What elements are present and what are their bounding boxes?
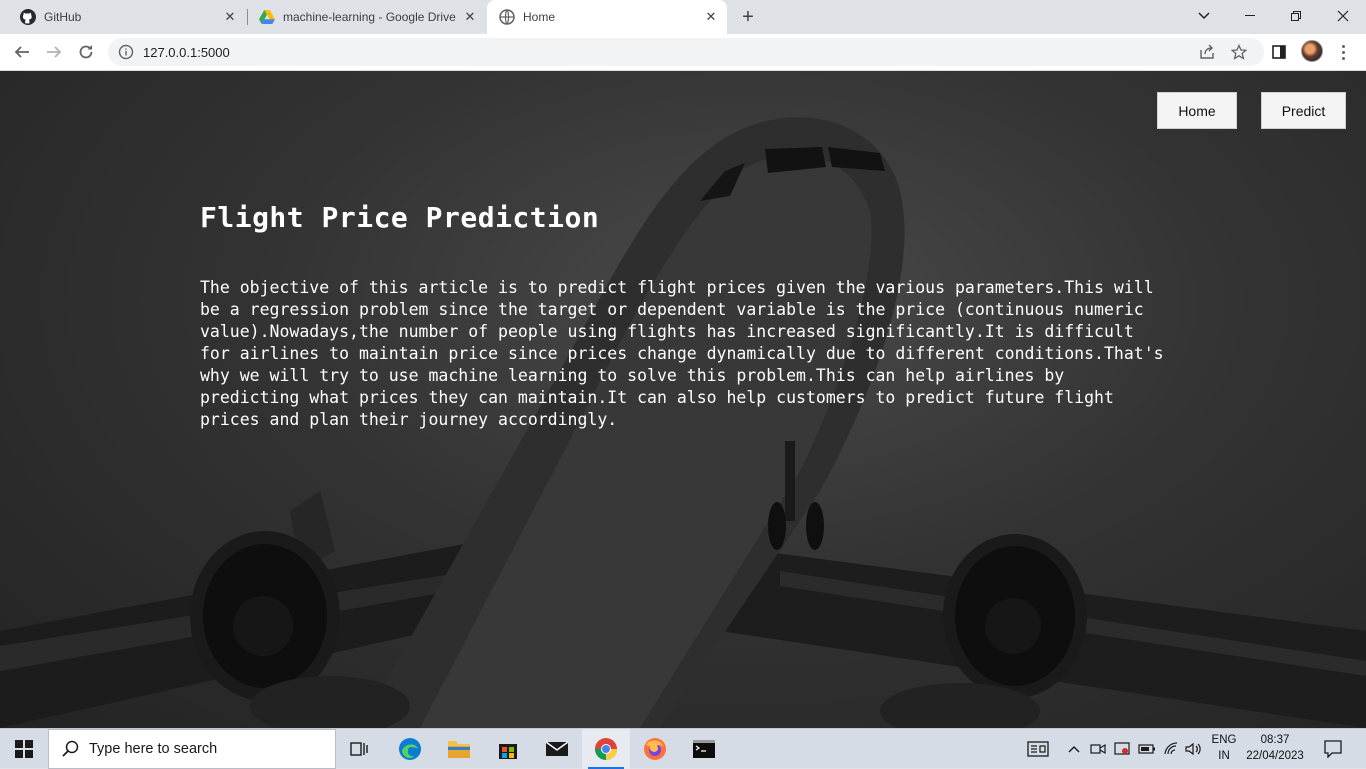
screen-record-icon[interactable] [1112, 729, 1132, 769]
clock-date: 22/04/2023 [1246, 750, 1304, 762]
tab-search-button[interactable] [1181, 0, 1227, 32]
windows-taskbar: Type here to search ENG IN 08:37 22/04/2… [0, 728, 1366, 769]
close-icon[interactable]: ✕ [222, 9, 238, 25]
taskbar-search-box[interactable]: Type here to search [48, 729, 336, 769]
google-drive-icon [259, 9, 275, 25]
page-viewport: Home Predict Flight Price Prediction The… [0, 71, 1366, 728]
terminal-icon[interactable] [680, 729, 728, 769]
side-panel-icon[interactable] [1265, 38, 1293, 66]
restore-button[interactable] [1273, 0, 1319, 32]
notification-icon[interactable] [1318, 729, 1348, 769]
tab-github[interactable]: GitHub ✕ [0, 0, 246, 34]
reload-button[interactable] [72, 38, 100, 66]
forward-button[interactable] [40, 38, 68, 66]
info-icon[interactable] [118, 44, 134, 60]
chrome-icon[interactable] [582, 729, 630, 769]
wifi-icon[interactable] [1160, 729, 1182, 769]
profile-avatar[interactable] [1301, 40, 1323, 62]
url-text: 127.0.0.1:5000 [143, 45, 230, 60]
tab-google-drive[interactable]: machine-learning - Google Drive ✕ [239, 0, 486, 34]
battery-icon[interactable] [1136, 729, 1158, 769]
close-icon[interactable]: ✕ [703, 9, 719, 25]
meet-now-icon[interactable] [1088, 729, 1108, 769]
globe-icon [499, 9, 515, 25]
browser-toolbar: 127.0.0.1:5000 [0, 34, 1366, 71]
predict-nav-button[interactable]: Predict [1261, 92, 1346, 129]
windows-start-button[interactable] [0, 729, 48, 769]
tab-strip: GitHub ✕ machine-learning - Google Drive… [0, 0, 1366, 34]
tab-title: Home [523, 10, 556, 24]
bookmark-star-icon[interactable] [1230, 43, 1248, 61]
microsoft-store-icon[interactable] [484, 729, 532, 769]
language-indicator[interactable]: ENG IN [1208, 732, 1240, 764]
volume-icon[interactable] [1183, 729, 1205, 769]
edge-browser-icon[interactable] [386, 729, 434, 769]
address-bar[interactable]: 127.0.0.1:5000 [108, 38, 1264, 66]
share-icon[interactable] [1198, 43, 1216, 61]
close-window-button[interactable] [1320, 0, 1366, 32]
region-code: IN [1218, 750, 1230, 762]
github-icon [20, 9, 36, 25]
search-placeholder: Type here to search [89, 741, 218, 757]
tab-home[interactable]: Home ✕ [487, 0, 727, 34]
minimize-button[interactable] [1227, 0, 1273, 32]
chevron-up-icon[interactable] [1064, 729, 1084, 769]
tab-title: machine-learning - Google Drive [283, 10, 456, 24]
tab-title: GitHub [44, 10, 82, 24]
news-widget-icon[interactable] [1024, 729, 1052, 769]
back-button[interactable] [8, 38, 36, 66]
language-code: ENG [1211, 734, 1237, 746]
taskbar-clock[interactable]: 08:37 22/04/2023 [1240, 732, 1310, 764]
file-explorer-icon[interactable] [435, 729, 483, 769]
mail-icon[interactable] [533, 729, 581, 769]
task-view-icon[interactable] [336, 729, 384, 769]
page-description: The objective of this article is to pred… [200, 278, 1164, 429]
clock-time: 08:37 [1260, 734, 1290, 746]
search-icon [61, 740, 79, 758]
home-nav-button[interactable]: Home [1157, 92, 1237, 129]
new-tab-button[interactable]: + [736, 5, 760, 29]
browser-menu-icon[interactable] [1338, 40, 1348, 64]
firefox-icon[interactable] [631, 729, 679, 769]
close-icon[interactable]: ✕ [462, 9, 478, 25]
page-title: Flight Price Prediction [200, 201, 600, 234]
